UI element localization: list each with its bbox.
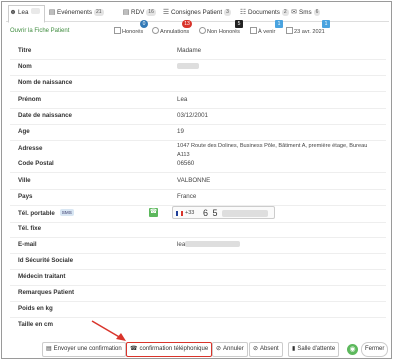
waiting-room-label: Salle d'attente [297,346,336,352]
phone-confirmation-button[interactable]: ☎ confirmation téléphonique [126,342,213,357]
send-confirmation-label: Envoyer une confirmation [53,346,122,352]
footer-actions: ▤ Envoyer une confirmation ☎ confirmation … [2,340,391,358]
phone-confirmation-label: confirmation téléphonique [139,346,209,352]
phone-icon: ☎ [130,346,138,352]
calendar-icon: ▤ [46,346,52,352]
patient-dialog: ☻ Lea ▤ Evénements 21 ▤ RDV 16 ☰ Consignes Pat… [1,1,392,359]
absent-label: Absent [260,346,279,352]
columns-icon: ▮ [292,346,296,352]
cancel-button[interactable]: ⊘ Annuler [212,342,248,357]
absent-button[interactable]: ⊘ Absent [249,342,283,357]
send-confirmation-button[interactable]: ▤ Envoyer une confirmation [42,342,126,357]
ban-icon: ⊘ [253,346,259,352]
waiting-room-button[interactable]: ▮ Salle d'attente [288,342,340,357]
annotation-arrow [91,320,126,341]
ban-icon: ⊘ [216,346,222,352]
save-icon[interactable]: ◉ [347,344,358,355]
cancel-label: Annuler [223,346,244,352]
close-button[interactable]: Fermer [361,342,389,357]
